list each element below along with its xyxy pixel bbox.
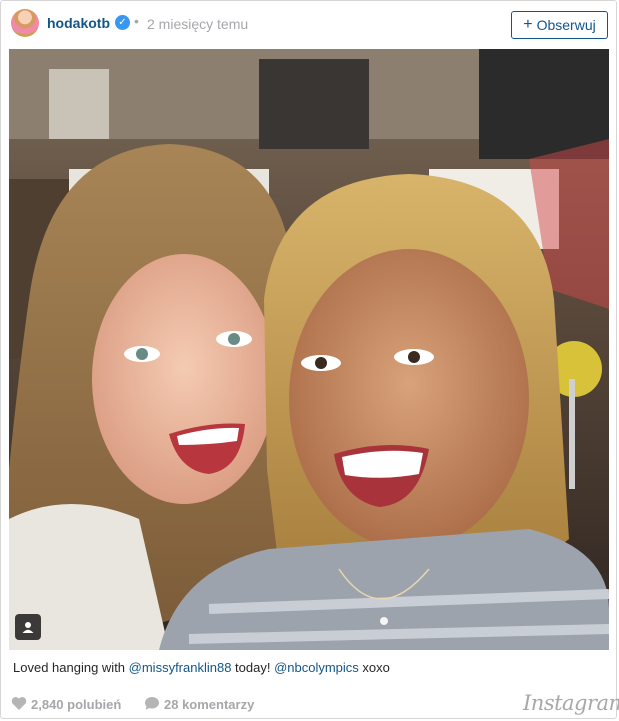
- mention-link[interactable]: @missyfranklin88: [129, 660, 232, 675]
- comment-icon[interactable]: [144, 696, 160, 711]
- likes-count[interactable]: 2,840 polubień: [31, 697, 121, 712]
- user-tag-icon[interactable]: [15, 614, 41, 640]
- avatar[interactable]: [11, 9, 39, 37]
- selfie-image: [9, 49, 609, 650]
- post-photo[interactable]: [9, 49, 609, 650]
- post-timestamp[interactable]: 2 miesięcy temu: [147, 16, 248, 32]
- post-header: hodakotb ✓ • 2 miesięcy temu + Obserwuj: [1, 1, 618, 47]
- plus-icon: +: [523, 16, 533, 33]
- caption-text: xoxo: [358, 660, 390, 675]
- follow-button-label: Obserwuj: [536, 17, 596, 33]
- caption-text: Loved hanging with: [13, 660, 129, 675]
- instagram-logo[interactable]: Instagram: [523, 691, 619, 715]
- person-icon: [22, 622, 34, 633]
- post-footer: 2,840 polubień 28 komentarzy Instagram: [1, 689, 619, 719]
- username-link[interactable]: hodakotb: [47, 15, 110, 31]
- instagram-embed-card: hodakotb ✓ • 2 miesięcy temu + Obserwuj: [0, 0, 619, 719]
- comments-count[interactable]: 28 komentarzy: [164, 697, 254, 712]
- heart-icon[interactable]: [11, 696, 27, 711]
- mention-link[interactable]: @nbcolympics: [274, 660, 359, 675]
- caption-text: today!: [231, 660, 275, 675]
- separator-dot: •: [134, 13, 139, 29]
- follow-button[interactable]: + Obserwuj: [511, 11, 608, 39]
- verified-badge-icon: ✓: [115, 15, 130, 30]
- post-caption: Loved hanging with @missyfranklin88 toda…: [13, 660, 390, 675]
